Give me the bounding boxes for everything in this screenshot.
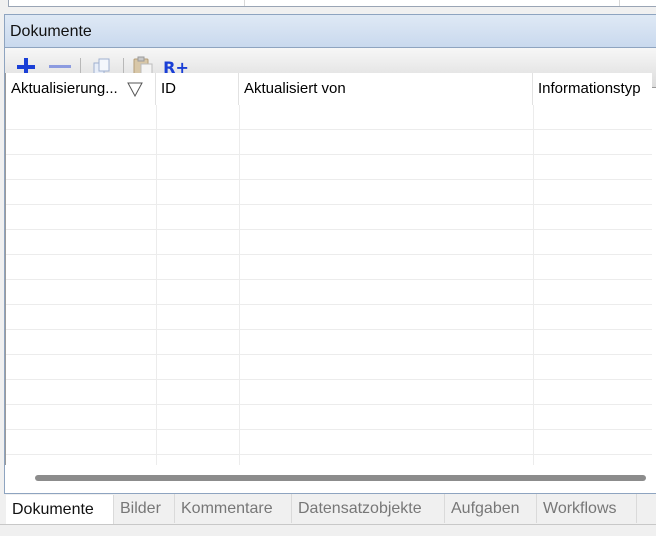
row-line — [6, 279, 652, 280]
tab-kommentare[interactable]: Kommentare — [175, 494, 292, 523]
sort-descending-icon — [127, 82, 143, 97]
column-divider — [156, 105, 157, 465]
horizontal-scrollbar[interactable] — [5, 465, 651, 491]
grid-header: Aktualisierung... ID Aktualisiert von In… — [6, 73, 652, 105]
column-header-id[interactable]: ID — [156, 73, 239, 105]
row-line — [6, 379, 652, 380]
column-header-informationstyp[interactable]: Informationstyp — [533, 73, 652, 105]
column-divider — [533, 105, 534, 465]
row-line — [6, 429, 652, 430]
row-line — [6, 179, 652, 180]
row-line — [6, 354, 652, 355]
row-line — [6, 454, 652, 455]
horizontal-scrollbar-thumb[interactable] — [35, 475, 646, 481]
row-line — [6, 404, 652, 405]
panel-title: Dokumente — [10, 23, 92, 40]
documents-grid: Aktualisierung... ID Aktualisiert von In… — [5, 73, 652, 465]
tab-label: Kommentare — [181, 500, 273, 517]
tab-workflows[interactable]: Workflows — [537, 494, 637, 523]
bottom-tab-bar: Dokumente Bilder Kommentare Datensatzobj… — [6, 494, 656, 525]
column-header-label: Informationstyp — [538, 80, 641, 97]
row-line — [6, 329, 652, 330]
row-line — [6, 129, 652, 130]
column-header-label: Aktualisierung... — [11, 80, 118, 97]
row-line — [6, 154, 652, 155]
column-header-label: ID — [161, 80, 176, 97]
upper-grid-edge — [8, 0, 656, 7]
tab-label: Workflows — [543, 500, 617, 517]
tab-label: Bilder — [120, 500, 161, 517]
tab-label: Datensatzobjekte — [298, 500, 422, 517]
tab-label: Aufgaben — [451, 500, 520, 517]
status-strip — [0, 524, 656, 536]
row-line — [6, 254, 652, 255]
column-header-aktualisierung[interactable]: Aktualisierung... — [6, 73, 156, 105]
row-line — [6, 229, 652, 230]
column-divider — [239, 105, 240, 465]
upper-grid-separator — [619, 0, 620, 6]
row-line — [6, 304, 652, 305]
upper-panel-remnant — [0, 0, 656, 12]
column-header-aktualisiert-von[interactable]: Aktualisiert von — [239, 73, 533, 105]
tab-label: Dokumente — [12, 501, 94, 518]
column-header-label: Aktualisiert von — [244, 80, 346, 97]
tab-datensatzobjekte[interactable]: Datensatzobjekte — [292, 494, 445, 523]
tab-bilder[interactable]: Bilder — [114, 494, 175, 523]
upper-grid-separator — [244, 0, 245, 6]
panel-header: Dokumente — [5, 15, 656, 48]
tab-dokumente[interactable]: Dokumente — [6, 495, 114, 525]
row-line — [6, 204, 652, 205]
tab-aufgaben[interactable]: Aufgaben — [445, 494, 537, 523]
